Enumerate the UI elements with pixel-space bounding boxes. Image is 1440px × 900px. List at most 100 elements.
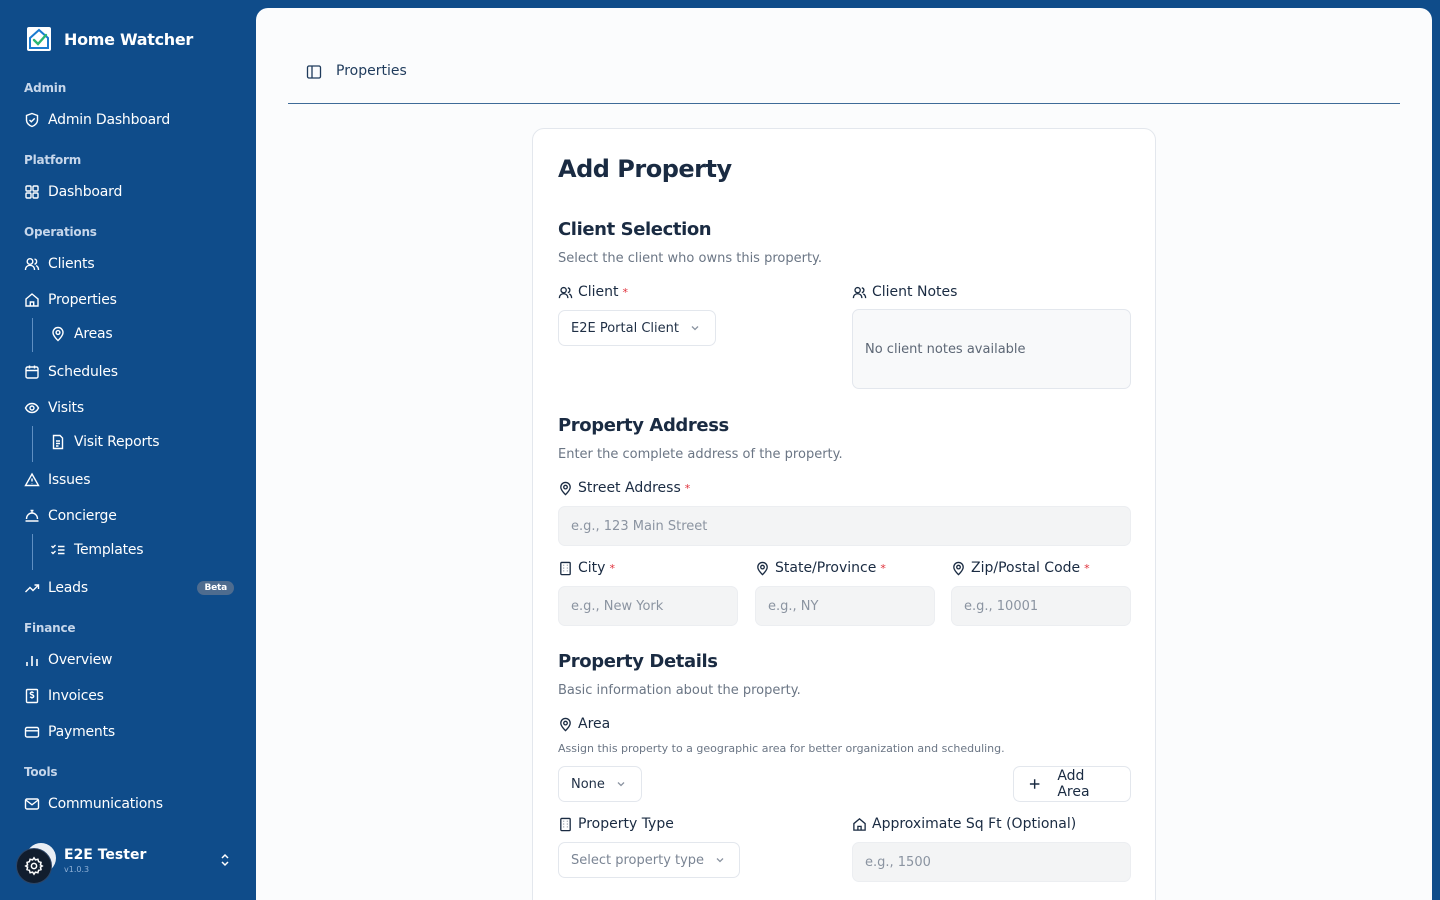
city-input[interactable]	[558, 586, 738, 626]
brand[interactable]: Home Watcher	[26, 26, 193, 52]
sidebar-item-label: Overview	[48, 652, 113, 668]
grid-icon	[24, 184, 40, 200]
page-title: Add Property	[558, 155, 732, 183]
building-icon	[558, 817, 573, 832]
sidebar-item-communications[interactable]: Communications	[24, 792, 234, 816]
map-pin-icon	[50, 326, 66, 342]
sidebar-item-schedules[interactable]: Schedules	[24, 360, 234, 384]
sidebar-toggle-icon[interactable]	[306, 64, 322, 80]
street-address-input[interactable]	[558, 506, 1131, 546]
sidebar-item-label: Areas	[74, 326, 113, 342]
section-description: Enter the complete address of the proper…	[558, 447, 843, 462]
plus-icon	[1029, 779, 1040, 789]
zip-label: Zip/Postal Code *	[951, 560, 1090, 576]
add-area-button[interactable]: Add Area	[1013, 766, 1131, 802]
building-icon	[558, 561, 573, 576]
sidebar-item-label: Clients	[48, 256, 95, 272]
area-label: Area	[558, 716, 610, 732]
app-name: Home Watcher	[64, 29, 194, 49]
trending-up-icon	[24, 580, 40, 596]
group-label-platform: Platform	[24, 153, 82, 167]
mail-icon	[24, 796, 40, 812]
sidebar-item-label: Admin Dashboard	[48, 112, 171, 128]
list-checks-icon	[50, 542, 66, 558]
area-select[interactable]: None	[558, 766, 642, 802]
sidebar-item-areas[interactable]: Areas	[50, 322, 230, 346]
sidebar-item-label: Visits	[48, 400, 84, 416]
section-description: Select the client who owns this property…	[558, 251, 823, 266]
sidebar-item-properties[interactable]: Properties	[24, 288, 234, 312]
sidebar-item-label: Communications	[48, 796, 163, 812]
users-icon	[852, 285, 867, 300]
bar-chart-icon	[24, 652, 40, 668]
sidebar-item-label: Payments	[48, 724, 115, 740]
city-label: City *	[558, 560, 615, 576]
top-bar: Properties	[288, 8, 1400, 104]
sidebar-item-visits[interactable]: Visits	[24, 396, 234, 420]
required-mark: *	[880, 561, 886, 575]
sidebar: Home Watcher Admin Admin Dashboard Platf…	[0, 0, 256, 900]
state-input[interactable]	[755, 586, 935, 626]
sidebar-item-label: Dashboard	[48, 184, 123, 200]
property-type-select[interactable]: Select property type	[558, 842, 740, 878]
sidebar-item-concierge[interactable]: Concierge	[24, 504, 234, 528]
street-address-label: Street Address *	[558, 480, 690, 496]
sidebar-item-label: Properties	[48, 292, 117, 308]
sidebar-item-label: Invoices	[48, 688, 104, 704]
sidebar-item-payments[interactable]: Payments	[24, 720, 234, 744]
sidebar-item-templates[interactable]: Templates	[50, 538, 230, 562]
zip-input[interactable]	[951, 586, 1131, 626]
sidebar-item-overview[interactable]: Overview	[24, 648, 234, 672]
chevron-down-icon	[716, 858, 724, 863]
file-text-icon	[50, 434, 66, 450]
main-panel: Properties Add Property Client Selection…	[256, 8, 1432, 900]
state-label: State/Province *	[755, 560, 886, 576]
calendar-icon	[24, 364, 40, 380]
client-label: Client *	[558, 284, 628, 300]
sidebar-item-label: Issues	[48, 472, 91, 488]
sqft-input[interactable]	[852, 842, 1131, 882]
add-property-form: Add Property Client Selection Select the…	[532, 128, 1156, 900]
receipt-icon	[24, 688, 40, 704]
property-type-label: Property Type	[558, 816, 674, 832]
area-hint: Assign this property to a geographic are…	[558, 742, 1005, 755]
client-notes-box: No client notes available	[852, 309, 1131, 389]
sidebar-item-invoices[interactable]: Invoices	[24, 684, 234, 708]
sidebar-item-label: Concierge	[48, 508, 117, 524]
user-name: E2E Tester	[64, 847, 147, 863]
required-mark: *	[684, 481, 691, 495]
sidebar-item-visit-reports[interactable]: Visit Reports	[50, 430, 230, 454]
home-icon	[852, 817, 867, 832]
group-label-admin: Admin	[24, 81, 67, 95]
users-icon	[558, 285, 573, 300]
chevrons-up-down-icon	[221, 853, 229, 867]
home-watcher-logo-icon	[27, 27, 51, 51]
required-mark: *	[622, 285, 629, 299]
client-select[interactable]: E2E Portal Client	[558, 310, 716, 346]
sidebar-item-label: Schedules	[48, 364, 118, 380]
client-notes-label: Client Notes	[852, 284, 957, 300]
section-title-client: Client Selection	[558, 219, 712, 240]
sidebar-item-issues[interactable]: Issues	[24, 468, 234, 492]
sidebar-item-label: Visit Reports	[74, 434, 160, 450]
section-description: Basic information about the property.	[558, 683, 801, 698]
eye-icon	[24, 400, 40, 416]
sidebar-item-admin-dashboard[interactable]: Admin Dashboard	[24, 108, 234, 132]
home-icon	[24, 292, 40, 308]
tree-line	[32, 426, 33, 462]
map-pin-icon	[755, 561, 770, 576]
settings-button[interactable]	[16, 848, 52, 884]
map-pin-icon	[558, 717, 573, 732]
sidebar-item-leads[interactable]: Leads Beta	[24, 576, 234, 600]
sqft-label: Approximate Sq Ft (Optional)	[852, 816, 1076, 832]
gear-icon	[24, 856, 44, 876]
sidebar-item-clients[interactable]: Clients	[24, 252, 234, 276]
map-pin-icon	[951, 561, 966, 576]
chevron-down-icon	[691, 326, 699, 331]
beta-badge: Beta	[197, 581, 234, 595]
shield-check-icon	[24, 112, 40, 128]
concierge-bell-icon	[24, 508, 40, 524]
group-label-tools: Tools	[24, 765, 58, 779]
breadcrumb[interactable]: Properties	[336, 63, 407, 79]
sidebar-item-dashboard[interactable]: Dashboard	[24, 180, 234, 204]
